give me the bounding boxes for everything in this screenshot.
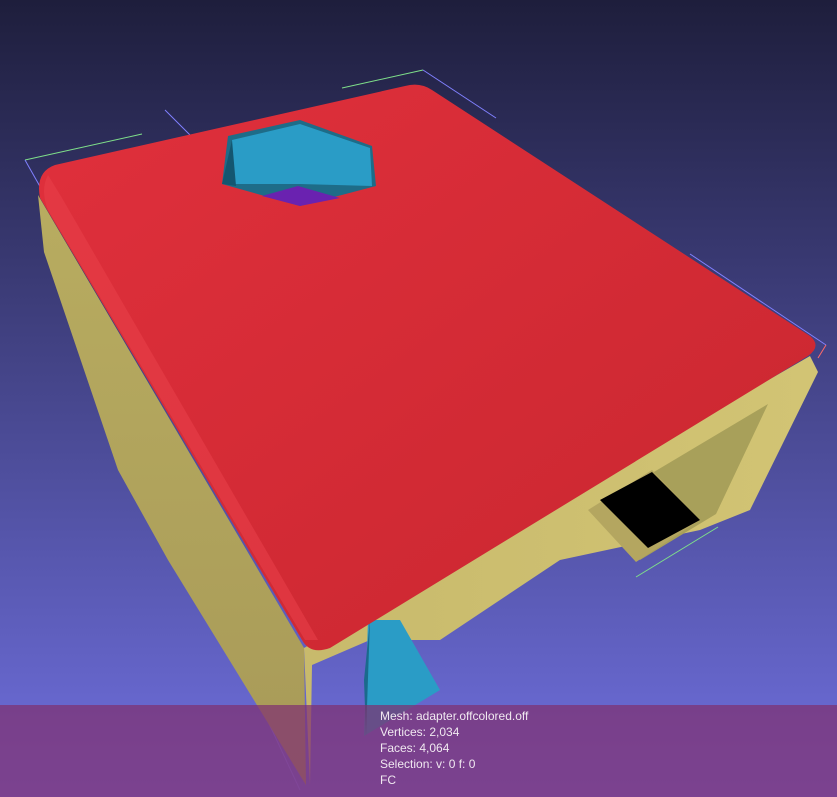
mesh-info: Mesh: adapter.offcolored.off Vertices: 2…	[380, 708, 528, 788]
3d-viewport[interactable]	[0, 0, 837, 797]
mesh-name: Mesh: adapter.offcolored.off	[380, 709, 529, 723]
vertex-count: Vertices: 2,034	[380, 725, 460, 739]
selection-info: Selection: v: 0 f: 0	[380, 757, 476, 771]
info-overlay: Mesh: adapter.offcolored.off Vertices: 2…	[0, 705, 837, 797]
face-count: Faces: 4,064	[380, 741, 450, 755]
render-mode: FC	[380, 773, 396, 787]
mesh-render	[0, 0, 837, 797]
